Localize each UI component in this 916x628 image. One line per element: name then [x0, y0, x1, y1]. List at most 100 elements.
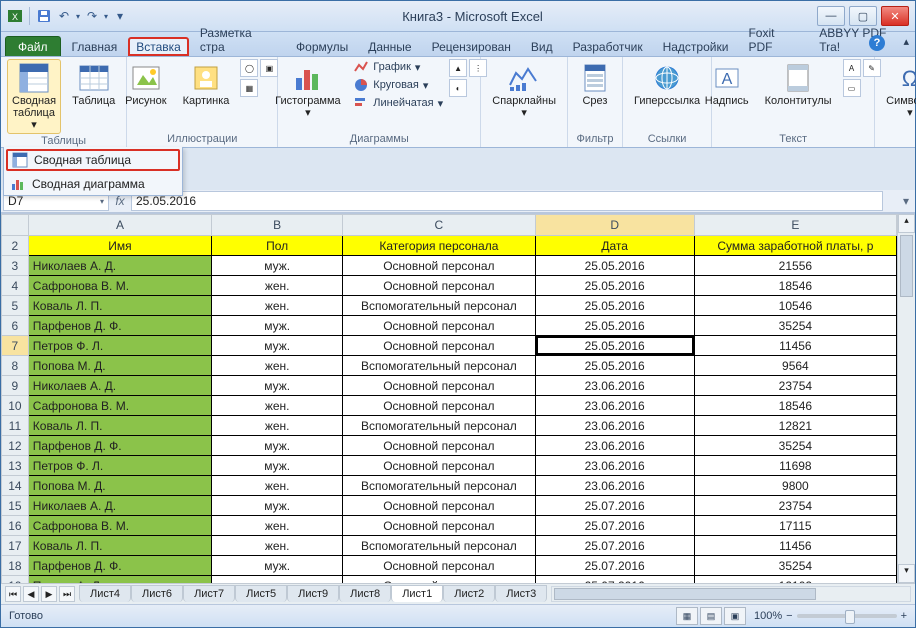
cell[interactable]: 17115 [694, 516, 896, 536]
tab-Разметка стра[interactable]: Разметка стра [191, 22, 285, 56]
cell[interactable]: муж. [212, 556, 343, 576]
header-cell[interactable]: Пол [212, 236, 343, 256]
bar-chart-button[interactable]: Линейчатая ▾ [353, 95, 443, 111]
cell[interactable]: Николаев А. Д. [28, 496, 211, 516]
cell[interactable]: 9564 [694, 356, 896, 376]
view-pagelayout-icon[interactable]: ▤ [700, 607, 722, 625]
cell[interactable]: 11456 [694, 536, 896, 556]
symbols-button[interactable]: Ω Символы ▾ [881, 59, 916, 122]
tab-Надстройки[interactable]: Надстройки [654, 36, 738, 56]
ribbon-min-icon[interactable]: ▴ [903, 35, 909, 48]
cell[interactable]: 25.07.2016 [535, 536, 694, 556]
tab-Главная[interactable]: Главная [63, 36, 127, 56]
cell[interactable]: жен. [212, 276, 343, 296]
col-header[interactable]: E [694, 215, 896, 236]
cell[interactable]: 35254 [694, 316, 896, 336]
cell[interactable]: 18546 [694, 276, 896, 296]
row-header[interactable]: 5 [2, 296, 29, 316]
cell[interactable]: Сафронова В. М. [28, 396, 211, 416]
cell[interactable]: Петров Ф. Л. [28, 456, 211, 476]
sheet-tab[interactable]: Лист1 [391, 585, 443, 602]
scroll-thumb[interactable] [900, 235, 913, 297]
qat-more-icon[interactable]: ▾ [112, 8, 128, 24]
other-chart-icon[interactable]: ◐ [449, 79, 467, 97]
sheet-tab[interactable]: Лист3 [495, 585, 547, 602]
cell[interactable]: Основной персонал [343, 376, 535, 396]
cell[interactable]: 10546 [694, 296, 896, 316]
cell[interactable]: муж. [212, 436, 343, 456]
cell[interactable]: жен. [212, 356, 343, 376]
cell[interactable]: Основной персонал [343, 556, 535, 576]
pivot-chart-item[interactable]: Сводная диаграмма [4, 173, 182, 195]
cell[interactable]: Основной персонал [343, 576, 535, 584]
sheet-tab[interactable]: Лист8 [339, 585, 391, 602]
cell[interactable]: Петров Ф. Л. [28, 576, 211, 584]
cell[interactable]: 25.05.2016 [535, 276, 694, 296]
cell[interactable]: жен. [212, 476, 343, 496]
vertical-scrollbar[interactable]: ▴ ▾ [897, 214, 915, 583]
row-header[interactable]: 8 [2, 356, 29, 376]
col-header[interactable]: C [343, 215, 535, 236]
cell[interactable]: Основной персонал [343, 436, 535, 456]
save-icon[interactable] [36, 8, 52, 24]
cell[interactable]: 18546 [694, 396, 896, 416]
tab-nav-next-icon[interactable]: ▶ [41, 586, 57, 602]
header-cell[interactable]: Дата [535, 236, 694, 256]
zoom-out-icon[interactable]: − [786, 610, 792, 622]
cell[interactable]: Николаев А. Д. [28, 256, 211, 276]
tab-Вид[interactable]: Вид [522, 36, 562, 56]
cell[interactable]: Сафронова В. М. [28, 516, 211, 536]
cell[interactable]: 25.05.2016 [535, 256, 694, 276]
cell[interactable]: 25.05.2016 [535, 356, 694, 376]
cell[interactable]: 23.06.2016 [535, 396, 694, 416]
line-chart-button[interactable]: График ▾ [353, 59, 443, 75]
cell[interactable]: 25.07.2016 [535, 556, 694, 576]
sheet-tab[interactable]: Лист2 [443, 585, 495, 602]
col-header[interactable]: A [28, 215, 211, 236]
column-chart-button[interactable]: Гистограмма ▾ [269, 59, 348, 122]
tab-Формулы[interactable]: Формулы [287, 36, 357, 56]
horizontal-scrollbar[interactable] [551, 586, 911, 602]
pivot-table-button[interactable]: Сводная таблица ▾ [7, 59, 61, 134]
cell[interactable]: Коваль Л. П. [28, 296, 211, 316]
cell[interactable]: 25.05.2016 [535, 316, 694, 336]
cell[interactable]: Вспомогательный персонал [343, 296, 535, 316]
cell[interactable]: муж. [212, 316, 343, 336]
tab-Разработчик[interactable]: Разработчик [564, 36, 652, 56]
cell[interactable]: 23.06.2016 [535, 436, 694, 456]
cell[interactable]: муж. [212, 456, 343, 476]
redo-icon[interactable]: ↷ [84, 8, 100, 24]
sheet-tab[interactable]: Лист9 [287, 585, 339, 602]
zoom-slider[interactable] [797, 614, 897, 618]
cell[interactable]: 12821 [694, 416, 896, 436]
tab-file[interactable]: Файл [5, 36, 61, 56]
row-header[interactable]: 10 [2, 396, 29, 416]
row-header[interactable]: 4 [2, 276, 29, 296]
header-cell[interactable]: Имя [28, 236, 211, 256]
row-header[interactable]: 9 [2, 376, 29, 396]
row-header[interactable]: 3 [2, 256, 29, 276]
cell[interactable]: 11456 [694, 336, 896, 356]
picture-button[interactable]: Рисунок [120, 59, 172, 110]
tab-Рецензирован[interactable]: Рецензирован [423, 36, 520, 56]
cell[interactable]: Попова М. Д. [28, 476, 211, 496]
header-footer-button[interactable]: Колонтитулы [760, 59, 837, 110]
select-all-corner[interactable] [2, 215, 29, 236]
cell[interactable]: муж. [212, 256, 343, 276]
slicer-button[interactable]: Срез [574, 59, 616, 110]
cell[interactable]: Коваль Л. П. [28, 536, 211, 556]
cell[interactable]: Основной персонал [343, 256, 535, 276]
cell[interactable]: Основной персонал [343, 496, 535, 516]
shapes-icon[interactable]: ◯ [240, 59, 258, 77]
tab-Данные[interactable]: Данные [359, 36, 420, 56]
cell[interactable]: Вспомогательный персонал [343, 416, 535, 436]
sheet-tab[interactable]: Лист4 [79, 585, 131, 602]
cell[interactable]: 25.05.2016 [535, 336, 694, 356]
hyperlink-button[interactable]: Гиперссылка [629, 59, 705, 110]
cell[interactable]: Петров Ф. Л. [28, 336, 211, 356]
cell[interactable]: Попова М. Д. [28, 356, 211, 376]
cell[interactable]: 25.05.2016 [535, 296, 694, 316]
cell[interactable]: жен. [212, 296, 343, 316]
cell[interactable]: 35254 [694, 436, 896, 456]
tab-Foxit PDF[interactable]: Foxit PDF [739, 22, 808, 56]
